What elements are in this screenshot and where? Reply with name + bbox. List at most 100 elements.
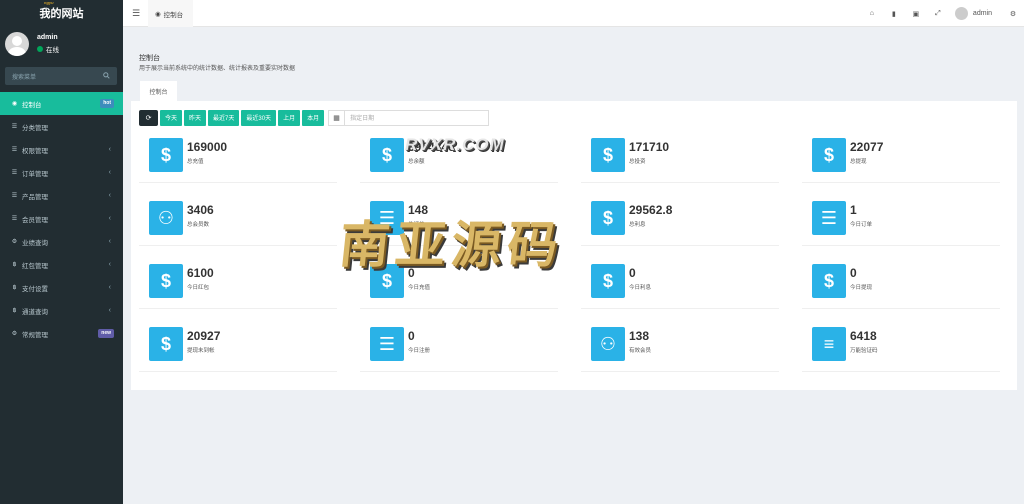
list-icon: ☰: [11, 170, 18, 176]
stat-card: ☰ 0 今日注册: [360, 320, 558, 372]
sidebar-item[interactable]: ฿ 支付设置 ‹: [0, 276, 123, 299]
refresh-icon: ⟳: [145, 114, 152, 122]
stat-label: 总提现: [850, 159, 867, 165]
topbar: ☰ ◉ 控制台 ⌂ ▮ ▣ ⤢ admin ⚙: [123, 0, 1024, 27]
stat-label: 今日提现: [850, 285, 873, 291]
filter-toolbar: ⟳ 今天 昨天 最近7天 最近30天 上月 本月 ▦ 指定日期: [139, 109, 490, 126]
sidebar-item[interactable]: ☰ 权限管理 ‹: [0, 138, 123, 161]
stat-value: 22077: [850, 140, 884, 154]
stat-card: ⚇ 3406 总会员数: [139, 194, 337, 246]
sidebar-item[interactable]: ⚙ 业绩查询 ‹: [0, 230, 123, 253]
main-panel: 控制台 用于展示当前系统中的统计数据、统计报表及重要实时数据 控制台 ⟳ 今天昨…: [131, 45, 1017, 390]
sidebar-item-label: 通道查询: [22, 308, 48, 316]
dollar-icon: $: [370, 138, 404, 172]
bitcoin-icon: ฿: [12, 285, 17, 291]
stat-card: $29562.8 总利息: [581, 194, 779, 246]
translate-icon[interactable]: ▣: [905, 10, 927, 18]
content-header: 控制台 用于展示当前系统中的统计数据、统计报表及重要实时数据 控制台: [131, 45, 1017, 101]
sidebar-item[interactable]: ☰ 产品管理 ‹: [0, 184, 123, 207]
stat-value: 3406: [187, 203, 214, 217]
sidebar-item-label: 产品管理: [22, 193, 48, 201]
topbar-actions: ⌂ ▮ ▣ ⤢ admin ⚙: [861, 0, 1024, 27]
sidebar-item[interactable]: ฿ 红包管理 ‹: [0, 253, 123, 276]
dollar-icon: $: [591, 264, 625, 298]
sidebar-menu: ◉ 控制台 hot ☰ 分类管理 ☰ 权限管理 ‹ ☰ 订单管理 ‹ ☰ 产品管理 ‹ ☰ 会员管理 ‹ ⚙ 业绩查…: [0, 92, 123, 345]
group-icon: ☰: [11, 147, 18, 153]
date-input[interactable]: 指定日期: [345, 111, 488, 125]
dashboard-icon: ◉: [11, 101, 18, 107]
tab-dashboard-panel[interactable]: 控制台: [140, 81, 177, 101]
range-button[interactable]: 最近7天: [208, 109, 240, 126]
sidebar-item[interactable]: ⚙ 常规管理 new: [0, 322, 123, 345]
dollar-icon: $: [149, 327, 183, 361]
stat-label: 总充值: [187, 159, 204, 165]
stat-label: 今日注册: [408, 348, 431, 354]
settings-icon[interactable]: ⚙: [1002, 10, 1024, 18]
tab-dashboard[interactable]: ◉ 控制台: [148, 0, 194, 27]
stat-card: $6100 今日红包: [139, 257, 337, 309]
dollar-icon: $: [149, 264, 183, 298]
dollar-icon: $: [591, 138, 625, 172]
sidebar-item[interactable]: ฿ 通道查询 ‹: [0, 299, 123, 322]
stat-card: $20927 提现未到帐: [139, 320, 337, 372]
sidebar-item-label: 权限管理: [22, 147, 48, 155]
range-button[interactable]: 今天: [160, 109, 183, 126]
home-icon[interactable]: ⌂: [861, 10, 883, 17]
stat-label: 提现未到帐: [187, 348, 215, 354]
site-title: 我的网站: [39, 8, 84, 20]
stat-value: 20927: [187, 329, 221, 343]
user-menu[interactable]: admin: [954, 7, 992, 20]
search-input[interactable]: 搜索菜单: [12, 72, 36, 81]
user-status: 在线: [37, 44, 59, 54]
stat-label: 有效会员: [629, 348, 652, 354]
stat-card: $0 今日利息: [581, 257, 779, 309]
user-name: admin: [37, 34, 58, 41]
chevron-left-icon: ‹: [108, 215, 111, 222]
dollar-icon: $: [591, 201, 625, 235]
gear-icon: ⚙: [11, 239, 18, 245]
stat-card: $171710 总投资: [581, 131, 779, 183]
chevron-left-icon: ‹: [108, 307, 111, 314]
stat-value: 0: [408, 329, 415, 343]
search-icon[interactable]: [103, 71, 110, 81]
sidebar-item-label: 订单管理: [22, 170, 48, 178]
stat-label: 总投资: [629, 159, 646, 165]
stat-value: 6418: [850, 329, 877, 343]
stat-label: 今日红包: [187, 285, 210, 291]
chevron-left-icon: ‹: [108, 146, 111, 153]
calendar-icon: ▦: [329, 110, 346, 125]
bitcoin-icon: ฿: [12, 308, 17, 314]
menu-toggle-icon[interactable]: ☰: [132, 8, 140, 19]
date-filter[interactable]: ▦ 指定日期: [328, 109, 490, 126]
sidebar-item[interactable]: ☰ 分类管理: [0, 115, 123, 138]
stat-card: $22077 总提现: [802, 131, 1000, 183]
chevron-left-icon: ‹: [108, 169, 111, 176]
page-subtitle: 用于展示当前系统中的统计数据、统计报表及重要实时数据: [139, 66, 296, 72]
range-button[interactable]: 昨天: [184, 109, 207, 126]
sidebar-item[interactable]: ☰ 会员管理 ‹: [0, 207, 123, 230]
list-icon: ☰: [11, 216, 18, 222]
sidebar-item[interactable]: ☰ 订单管理 ‹: [0, 161, 123, 184]
menu-search[interactable]: 搜索菜单: [5, 67, 117, 85]
dollar-icon: $: [812, 264, 846, 298]
page-title: 控制台: [139, 55, 160, 62]
brand[interactable]: ngyu 我的网站: [0, 0, 123, 26]
range-button[interactable]: 上月: [278, 109, 301, 126]
bitcoin-icon: ฿: [12, 262, 17, 268]
stat-value: 6100: [187, 266, 214, 280]
stat-card: $0 今日提现: [802, 257, 1000, 309]
refresh-button[interactable]: ⟳: [139, 109, 158, 126]
user-panel: admin 在线: [0, 26, 123, 60]
stat-card: ☰ 1 今日订单: [802, 194, 1000, 246]
sidebar-item[interactable]: ◉ 控制台 hot: [0, 92, 123, 115]
chevron-left-icon: ‹: [108, 261, 111, 268]
dollar-icon: $: [149, 138, 183, 172]
trash-icon[interactable]: ▮: [883, 10, 905, 18]
menu-badge: hot: [100, 99, 114, 108]
stat-label: 万能验证码: [850, 348, 878, 354]
range-button[interactable]: 本月: [302, 109, 325, 126]
sidebar-item-label: 常规管理: [22, 331, 48, 339]
range-button[interactable]: 最近30天: [241, 109, 277, 126]
fullscreen-icon[interactable]: ⤢: [927, 10, 949, 18]
stat-value: 169000: [187, 140, 228, 154]
